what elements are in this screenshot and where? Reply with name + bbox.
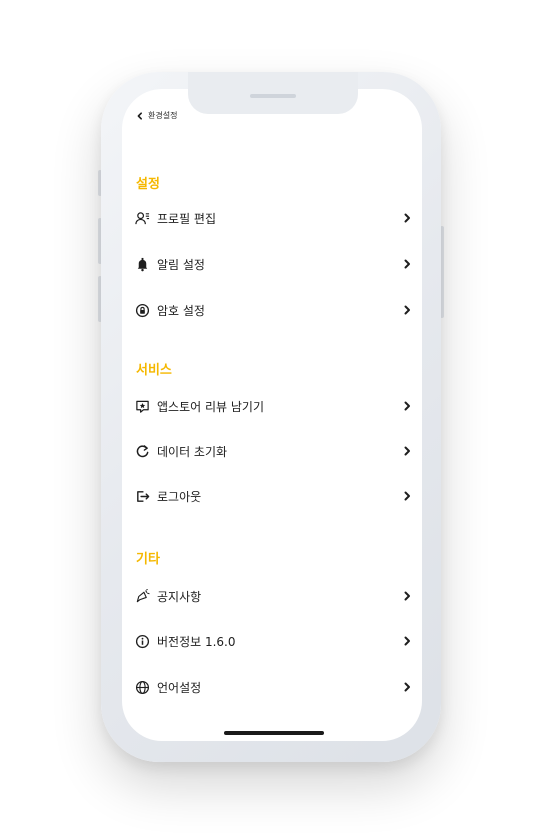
chevron-right-icon: [404, 446, 410, 456]
menu-item-password-settings[interactable]: 암호 설정: [132, 296, 412, 324]
menu-item-version-info[interactable]: 버전정보 1.6.0: [132, 627, 412, 655]
chevron-right-icon: [404, 259, 410, 269]
chevron-left-icon: [137, 111, 142, 120]
menu-item-label: 언어설정: [157, 680, 202, 695]
section-title-settings: 설정: [136, 177, 160, 192]
globe-icon: [134, 679, 150, 695]
section-title-etc: 기타: [136, 552, 160, 567]
menu-item-label: 로그아웃: [157, 489, 202, 504]
menu-item-data-reset[interactable]: 데이터 초기화: [132, 437, 412, 465]
menu-item-label: 앱스토어 리뷰 남기기: [157, 399, 264, 414]
bell-icon: [134, 256, 150, 272]
chevron-right-icon: [404, 401, 410, 411]
chevron-right-icon: [404, 213, 410, 223]
screen-title: 환경설정: [148, 111, 178, 120]
reset-icon: [134, 443, 150, 459]
menu-item-app-review[interactable]: 앱스토어 리뷰 남기기: [132, 392, 412, 420]
logout-icon: [134, 488, 150, 504]
speaker-grille: [250, 94, 296, 98]
profile-edit-icon: [134, 210, 150, 226]
menu-item-label: 공지사항: [157, 589, 202, 604]
menu-item-language-settings[interactable]: 언어설정: [132, 673, 412, 701]
notch: [188, 72, 358, 114]
chevron-right-icon: [404, 636, 410, 646]
info-icon: [134, 633, 150, 649]
menu-item-label: 알림 설정: [157, 257, 205, 272]
back-button[interactable]: 환경설정: [136, 110, 177, 121]
megaphone-icon: [134, 588, 150, 604]
home-indicator[interactable]: [224, 731, 324, 735]
menu-item-label: 프로필 편집: [157, 211, 217, 226]
chevron-right-icon: [404, 682, 410, 692]
chevron-right-icon: [404, 305, 410, 315]
lock-icon: [134, 302, 150, 318]
menu-item-notification-settings[interactable]: 알림 설정: [132, 250, 412, 278]
menu-item-notice[interactable]: 공지사항: [132, 582, 412, 610]
menu-item-label: 암호 설정: [157, 303, 205, 318]
section-title-services: 서비스: [136, 363, 172, 378]
menu-item-label: 데이터 초기화: [157, 444, 228, 459]
chevron-right-icon: [404, 591, 410, 601]
menu-item-profile-edit[interactable]: 프로필 편집: [132, 204, 412, 232]
chevron-right-icon: [404, 491, 410, 501]
app-screen: 환경설정 설정 프로필 편집 알림 설정 암호 설정 서비스 앱스토어 리뷰 남…: [0, 0, 538, 836]
menu-item-logout[interactable]: 로그아웃: [132, 482, 412, 510]
review-star-icon: [134, 398, 150, 414]
menu-item-label: 버전정보 1.6.0: [157, 634, 236, 649]
